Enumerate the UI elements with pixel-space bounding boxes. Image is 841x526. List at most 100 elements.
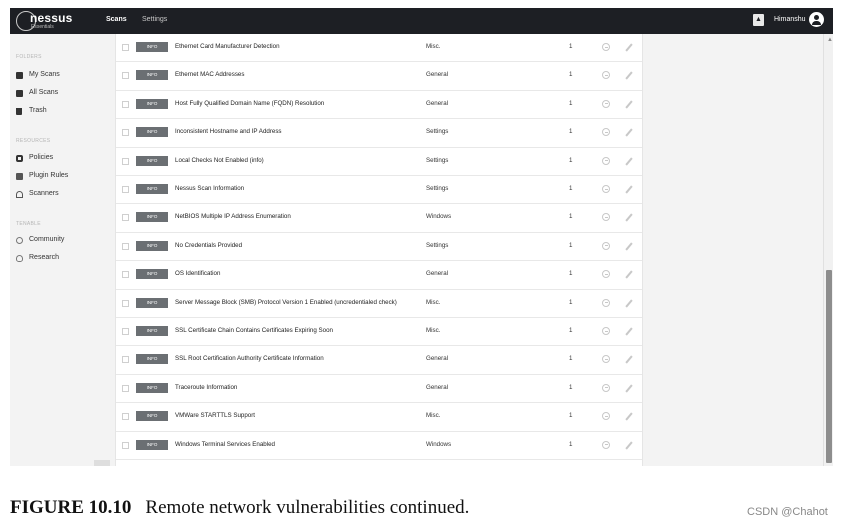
table-row[interactable]: INFO Traceroute Information General 1 <box>116 375 642 404</box>
severity-badge: INFO <box>136 42 168 52</box>
table-row[interactable]: INFO OS Identification General 1 <box>116 261 642 290</box>
edit-pencil-icon[interactable] <box>625 128 633 137</box>
edit-pencil-icon[interactable] <box>625 299 633 308</box>
plugin-name[interactable]: Local Checks Not Enabled (info) <box>175 157 264 164</box>
plugin-name[interactable]: No Credentials Provided <box>175 242 242 249</box>
edit-pencil-icon[interactable] <box>625 43 633 52</box>
plugin-name[interactable]: Inconsistent Hostname and IP Address <box>175 128 282 135</box>
vertical-scrollbar[interactable]: ▲ <box>823 34 833 466</box>
plugin-family: Misc. <box>426 298 441 306</box>
row-checkbox[interactable] <box>122 384 129 392</box>
sidebar-item-policies[interactable]: Policies <box>16 153 106 165</box>
edit-pencil-icon[interactable] <box>625 270 633 279</box>
edit-pencil-icon[interactable] <box>625 213 633 222</box>
sidebar-item-my-scans[interactable]: My Scans <box>16 70 106 82</box>
row-checkbox[interactable] <box>122 242 129 250</box>
row-checkbox[interactable] <box>122 299 129 307</box>
snooze-circle-icon[interactable] <box>602 99 610 108</box>
table-row[interactable]: INFO Local Checks Not Enabled (info) Set… <box>116 148 642 176</box>
snooze-circle-icon[interactable] <box>602 440 610 449</box>
edit-pencil-icon[interactable] <box>625 157 633 166</box>
snooze-circle-icon[interactable] <box>602 71 610 80</box>
sidebar-item-trash[interactable]: Trash <box>16 106 106 118</box>
row-checkbox[interactable] <box>122 328 129 335</box>
edit-pencil-icon[interactable] <box>625 384 633 393</box>
plugin-name[interactable]: SSL Root Certification Authority Certifi… <box>175 355 324 362</box>
notifications-bell-icon[interactable]: ▲ <box>753 14 764 26</box>
row-checkbox[interactable] <box>122 100 129 108</box>
sidebar-item-all-scans[interactable]: All Scans <box>16 88 106 100</box>
snooze-circle-icon[interactable] <box>602 327 610 335</box>
snooze-circle-icon[interactable] <box>602 241 610 250</box>
nav-scans-tab[interactable]: Scans <box>106 16 127 23</box>
plugin-name[interactable]: SSL Certificate Chain Contains Certifica… <box>175 327 333 334</box>
edit-pencil-icon[interactable] <box>625 355 633 364</box>
edit-pencil-icon[interactable] <box>625 185 633 194</box>
sidebar-item-research[interactable]: Research <box>16 253 106 265</box>
row-checkbox[interactable] <box>122 129 129 137</box>
snooze-circle-icon[interactable] <box>602 43 610 51</box>
snooze-circle-icon[interactable] <box>602 383 610 392</box>
row-checkbox[interactable] <box>122 72 129 80</box>
table-row[interactable]: INFO Ethernet Card Manufacturer Detectio… <box>116 34 642 63</box>
scroll-up-arrow-icon[interactable]: ▲ <box>827 37 833 43</box>
sidebar-item-community[interactable]: Community <box>16 235 106 247</box>
table-row[interactable]: INFO Nessus Scan Information Settings 1 <box>116 176 642 205</box>
row-checkbox[interactable] <box>122 214 129 222</box>
plugin-name[interactable]: Windows Terminal Services Enabled <box>175 441 275 448</box>
row-checkbox[interactable] <box>122 441 129 449</box>
row-checkbox[interactable] <box>122 271 129 279</box>
table-row[interactable]: INFO Windows Terminal Services Enabled W… <box>116 432 642 460</box>
row-checkbox[interactable] <box>122 413 129 421</box>
edit-pencil-icon[interactable] <box>625 242 633 251</box>
snooze-circle-icon[interactable] <box>602 270 610 279</box>
snooze-circle-icon[interactable] <box>602 213 610 222</box>
row-checkbox[interactable] <box>122 157 129 165</box>
plugin-name[interactable]: Ethernet MAC Addresses <box>175 71 244 78</box>
plugin-name[interactable]: NetBIOS Multiple IP Address Enumeration <box>175 213 291 220</box>
edit-pencil-icon[interactable] <box>625 412 633 421</box>
table-row[interactable]: INFO VMWare STARTTLS Support Misc. 1 <box>116 403 642 432</box>
plugin-family: Settings <box>426 241 449 249</box>
sidebar-item-scanners[interactable]: Scanners <box>16 189 106 201</box>
row-checkbox[interactable] <box>122 356 129 364</box>
plugin-name[interactable]: VMWare STARTTLS Support <box>175 412 255 419</box>
snooze-circle-icon[interactable] <box>602 156 610 165</box>
plugin-name[interactable]: Traceroute Information <box>175 384 237 391</box>
user-avatar-icon[interactable] <box>809 12 824 27</box>
table-row[interactable]: INFO Host Fully Qualified Domain Name (F… <box>116 91 642 120</box>
plugin-name[interactable]: Server Message Block (SMB) Protocol Vers… <box>175 299 397 306</box>
table-row[interactable]: INFO Inconsistent Hostname and IP Addres… <box>116 119 642 148</box>
table-row[interactable]: INFO NetBIOS Multiple IP Address Enumera… <box>116 204 642 233</box>
sidebar-resize-handle[interactable] <box>94 460 110 466</box>
table-row[interactable]: INFO SSL Root Certification Authority Ce… <box>116 346 642 375</box>
row-checkbox[interactable] <box>122 186 129 193</box>
plugin-family: General <box>426 270 449 278</box>
severity-badge: INFO <box>136 326 168 336</box>
sidebar-item-label: Trash <box>29 107 47 114</box>
user-name[interactable]: Himanshu <box>774 16 806 23</box>
edit-pencil-icon[interactable] <box>625 327 633 336</box>
plugin-name[interactable]: OS Identification <box>175 270 220 277</box>
snooze-circle-icon[interactable] <box>602 128 610 137</box>
table-row[interactable]: INFO No Credentials Provided Settings 1 <box>116 233 642 262</box>
edit-pencil-icon[interactable] <box>625 441 633 450</box>
nav-settings-tab[interactable]: Settings <box>142 16 167 23</box>
table-row[interactable]: INFO Ethernet MAC Addresses General 1 <box>116 62 642 91</box>
plugin-name[interactable]: Host Fully Qualified Domain Name (FQDN) … <box>175 100 324 107</box>
table-row[interactable]: INFO SSL Certificate Chain Contains Cert… <box>116 318 642 347</box>
snooze-circle-icon[interactable] <box>602 298 610 307</box>
edit-pencil-icon[interactable] <box>625 100 633 109</box>
table-row[interactable]: INFO Server Message Block (SMB) Protocol… <box>116 290 642 318</box>
vertical-scroll-thumb[interactable] <box>826 270 832 463</box>
sidebar-item-plugin-rules[interactable]: Plugin Rules <box>16 171 106 183</box>
snooze-circle-icon[interactable] <box>602 185 610 193</box>
snooze-circle-icon[interactable] <box>602 355 610 364</box>
edit-pencil-icon[interactable] <box>625 71 633 80</box>
plugin-name[interactable]: Nessus Scan Information <box>175 185 244 192</box>
snooze-circle-icon[interactable] <box>602 412 610 421</box>
row-checkbox[interactable] <box>122 44 129 51</box>
severity-badge: INFO <box>136 240 168 251</box>
nessus-logo[interactable]: nessus Essentials <box>16 11 96 31</box>
plugin-name[interactable]: Ethernet Card Manufacturer Detection <box>175 43 280 50</box>
